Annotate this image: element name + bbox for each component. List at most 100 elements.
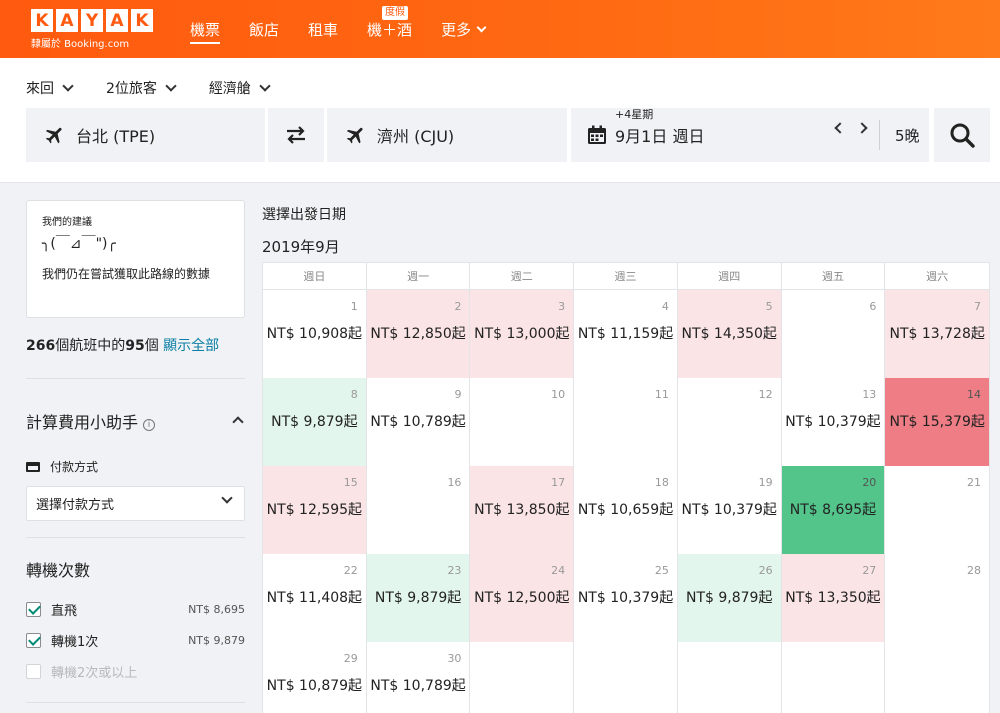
search-form: 來回 2位旅客 經濟艙 台北 (TPE) 濟州 (CJU) +4星期 9月1日 … [0, 58, 1000, 183]
day-number: 25 [655, 564, 669, 577]
calendar-day [678, 642, 782, 713]
payment-method-select[interactable]: 選擇付款方式 [26, 486, 245, 521]
day-number: 17 [551, 476, 565, 489]
main-nav: 機票 飯店 租車 度假 機＋酒 更多 [190, 0, 514, 58]
stops-filter-one-stop[interactable]: 轉機1次 NT$ 9,879 [26, 630, 245, 650]
one-stop-checkbox[interactable] [26, 633, 41, 648]
calendar-day[interactable]: 14NT$ 15,379起 [885, 378, 989, 466]
nav-item-hotels[interactable]: 飯店 [249, 0, 279, 58]
calendar-day[interactable]: 28 [885, 554, 989, 642]
calendar-day[interactable]: 30NT$ 10,789起 [367, 642, 471, 713]
cabin-class-dropdown[interactable]: 經濟艙 [209, 78, 269, 98]
travelers-dropdown[interactable]: 2位旅客 [106, 78, 175, 98]
calendar-day[interactable]: 27NT$ 13,350起 [782, 554, 886, 642]
trip-type-dropdown[interactable]: 來回 [26, 78, 72, 98]
origin-field[interactable]: 台北 (TPE) [26, 108, 265, 162]
chevron-down-icon [165, 80, 176, 91]
vacation-badge: 度假 [382, 6, 408, 20]
day-number: 18 [655, 476, 669, 489]
day-number: 13 [862, 388, 876, 401]
day-number: 11 [655, 388, 669, 401]
stop-price: NT$ 9,879 [188, 634, 245, 647]
date-field[interactable]: +4星期 9月1日 週日 5晚 [571, 108, 929, 162]
calendar-day[interactable]: 15NT$ 12,595起 [263, 466, 367, 554]
calendar-day[interactable]: 17NT$ 13,850起 [470, 466, 574, 554]
nights-count[interactable]: 5晚 [895, 125, 920, 146]
nav-item-flights[interactable]: 機票 [190, 0, 220, 58]
nav-item-packages[interactable]: 度假 機＋酒 [367, 0, 412, 58]
flight-count: 266個航班中的95個 顯示全部 [26, 335, 219, 355]
day-price: NT$ 12,850起 [367, 323, 470, 343]
calendar-day[interactable]: 8NT$ 9,879起 [263, 378, 367, 466]
calendar-day[interactable]: 23NT$ 9,879起 [367, 554, 471, 642]
calendar-day[interactable]: 18NT$ 10,659起 [574, 466, 678, 554]
logo-subtitle: 隸屬於 Booking.com [31, 35, 153, 50]
calendar-day[interactable]: 26 NT$ 9,879起 [678, 554, 782, 642]
calendar-day[interactable]: 12 [678, 378, 782, 466]
calendar-day[interactable]: 9NT$ 10,789起 [367, 378, 471, 466]
day-number: 3 [558, 300, 565, 313]
calendar-day[interactable]: 6 [782, 290, 886, 378]
day-number: 8 [351, 388, 358, 401]
calendar-day[interactable]: 5NT$ 14,350起 [678, 290, 782, 378]
calendar-day[interactable]: 11 [574, 378, 678, 466]
stops-filter-nonstop[interactable]: 直飛 NT$ 8,695 [26, 599, 245, 619]
swap-button[interactable] [268, 108, 324, 162]
day-price: NT$ 13,728起 [885, 323, 989, 343]
kayak-logo[interactable]: K A Y A K 隸屬於 Booking.com [31, 9, 153, 50]
logo-letter: A [106, 9, 128, 32]
day-number: 2 [454, 300, 461, 313]
two-plus-stops-checkbox [26, 664, 41, 679]
day-price: NT$ 10,379起 [574, 587, 677, 607]
calendar-title: 選擇出發日期 [262, 204, 346, 224]
calendar-day[interactable]: 16 [367, 466, 471, 554]
calendar-week: 29NT$ 10,879起30NT$ 10,789起 [263, 642, 989, 713]
calendar-day[interactable]: 1NT$ 10,908起 [263, 290, 367, 378]
collapse-chevron-icon[interactable] [232, 416, 243, 427]
next-date-button[interactable] [856, 122, 867, 133]
show-all-link[interactable]: 顯示全部 [163, 338, 219, 354]
departure-date: 9月1日 週日 [615, 127, 704, 146]
calendar-day[interactable]: 4NT$ 11,159起 [574, 290, 678, 378]
recommendation-message: 我們仍在嘗試獲取此路線的數據 [42, 265, 210, 282]
calendar-day[interactable]: 20NT$ 8,695起 [782, 466, 886, 554]
day-price: NT$ 9,879起 [678, 587, 781, 607]
search-button[interactable] [934, 108, 990, 162]
credit-card-icon [26, 462, 40, 472]
weekday-label: 週五 [782, 263, 886, 289]
weekday-header: 週日 週一 週二 週三 週四 週五 週六 [263, 263, 989, 290]
calendar-day[interactable]: 13NT$ 10,379起 [782, 378, 886, 466]
calendar-day[interactable]: 29NT$ 10,879起 [263, 642, 367, 713]
fee-calculator-header[interactable]: 計算費用小助手i [26, 409, 155, 433]
calendar-day[interactable]: 22NT$ 11,408起 [263, 554, 367, 642]
nav-item-more[interactable]: 更多 [441, 0, 485, 58]
destination-field[interactable]: 濟州 (CJU) [327, 108, 567, 162]
day-number: 27 [862, 564, 876, 577]
chevron-down-icon [62, 80, 73, 91]
calendar-day[interactable]: 19NT$ 10,379起 [678, 466, 782, 554]
recommendation-card: 我們的建議 ╮(￣⊿￣")╭ 我們仍在嘗試獲取此路線的數據 [26, 200, 245, 318]
calendar-day[interactable]: 3NT$ 13,000起 [470, 290, 574, 378]
calendar-day[interactable]: 2 NT$ 12,850起 [367, 290, 471, 378]
logo-letter: Y [81, 9, 103, 32]
calendar-week: 1NT$ 10,908起 2 NT$ 12,850起3NT$ 13,000起4NT$… [263, 290, 989, 378]
nonstop-checkbox[interactable] [26, 602, 41, 617]
day-number: 6 [869, 300, 876, 313]
airplane-icon [44, 124, 66, 146]
swap-icon [284, 124, 308, 146]
calendar-day[interactable]: 25 NT$ 10,379起 [574, 554, 678, 642]
day-price: NT$ 12,500起 [470, 587, 573, 607]
calendar-day[interactable]: 7NT$ 13,728起 [885, 290, 989, 378]
day-price: NT$ 15,379起 [885, 411, 989, 431]
calendar-week: 15NT$ 12,595起1617NT$ 13,850起18NT$ 10,659… [263, 466, 989, 554]
logo-letter: K [131, 9, 153, 32]
calendar-day[interactable]: 24NT$ 12,500起 [470, 554, 574, 642]
info-icon[interactable]: i [143, 419, 155, 431]
nav-item-cars[interactable]: 租車 [308, 0, 338, 58]
calendar-day[interactable]: 21 [885, 466, 989, 554]
day-number: 26 [759, 564, 773, 577]
calendar-day[interactable]: 10 [470, 378, 574, 466]
calendar-icon [587, 125, 607, 145]
previous-date-button[interactable] [834, 122, 845, 133]
calendar-week: 22NT$ 11,408起23NT$ 9,879起24NT$ 12,500起25… [263, 554, 989, 642]
